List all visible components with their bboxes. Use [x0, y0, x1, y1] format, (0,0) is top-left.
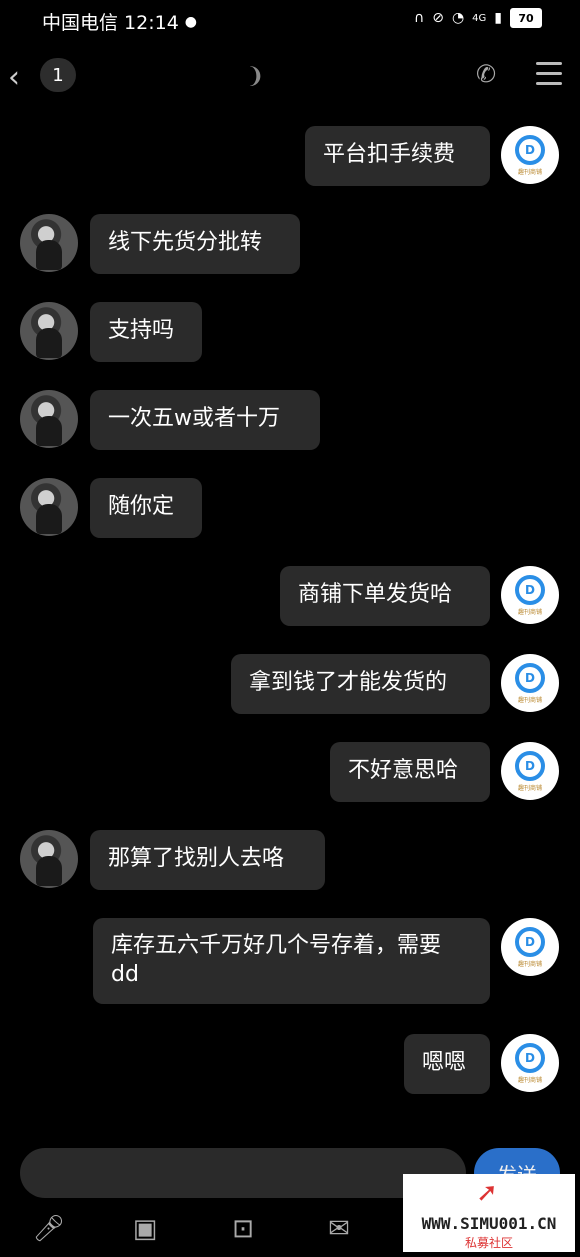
contact-avatar[interactable]: [20, 302, 78, 360]
shop-logo-icon: D: [515, 1042, 545, 1073]
ear-icon: ❩: [246, 64, 265, 89]
outgoing-message-bubble[interactable]: 平台扣手续费: [305, 126, 490, 186]
microphone-icon[interactable]: 🎤︎: [32, 1212, 66, 1246]
incoming-message-bubble[interactable]: 线下先货分批转: [90, 214, 300, 274]
headphone-icon: ∩: [413, 10, 425, 26]
status-indicators: ∩ ⊘ ◔ 4G ▮ 70: [414, 8, 542, 28]
message-input[interactable]: [20, 1148, 466, 1198]
wifi-icon: ◔: [451, 10, 465, 26]
outgoing-message-bubble[interactable]: 嗯嗯: [404, 1034, 490, 1094]
watermark-sub: 私募社区: [464, 1236, 513, 1250]
shop-logo-icon: D: [515, 662, 545, 693]
shop-avatar[interactable]: D 趣刊商铺: [501, 566, 559, 624]
incoming-message-bubble[interactable]: 一次五w或者十万: [90, 390, 320, 450]
incoming-message-bubble[interactable]: 支持吗: [90, 302, 202, 362]
composer-toolbar: 🎤︎ ▣ ⊡ ✉: [0, 1208, 400, 1248]
watermark: ➚ WWW.SIMU001.CN 私募社区: [403, 1174, 575, 1252]
incoming-message-bubble[interactable]: 那算了找别人去咯: [90, 830, 325, 890]
shop-avatar[interactable]: D 趣刊商铺: [501, 1034, 559, 1092]
image-icon[interactable]: ▣: [128, 1212, 162, 1246]
unread-count-badge[interactable]: 1: [40, 58, 76, 92]
contact-avatar[interactable]: [20, 830, 78, 888]
outgoing-message-bubble[interactable]: 库存五六千万好几个号存着，需要 dd: [93, 918, 490, 1004]
outgoing-message-bubble[interactable]: 商铺下单发货哈: [280, 566, 490, 626]
contact-avatar[interactable]: [20, 390, 78, 448]
contact-avatar[interactable]: [20, 214, 78, 272]
chat-header: ‹ 1 ❩ ✆: [0, 48, 580, 104]
watermark-url: WWW.SIMU001.CN: [421, 1214, 557, 1233]
camera-icon[interactable]: ⊡: [226, 1212, 260, 1246]
shop-avatar-text: 趣刊商铺: [517, 784, 542, 792]
shop-avatar-text: 趣刊商铺: [517, 608, 542, 616]
signal-icon: ▮: [494, 10, 502, 26]
outgoing-message-bubble[interactable]: 不好意思哈: [330, 742, 490, 802]
wechat-icon: ●: [184, 13, 198, 30]
phone-icon[interactable]: ✆: [476, 60, 496, 88]
shop-avatar[interactable]: D 趣刊商铺: [501, 126, 559, 184]
shop-avatar-text: 趣刊商铺: [517, 960, 542, 968]
shop-avatar[interactable]: D 趣刊商铺: [501, 654, 559, 712]
shop-logo-icon: D: [515, 750, 545, 781]
menu-icon[interactable]: [536, 62, 562, 92]
chevron-left-icon[interactable]: ‹: [8, 60, 20, 95]
shop-avatar[interactable]: D 趣刊商铺: [501, 742, 559, 800]
carrier-time-text: 中国电信 12:14: [42, 12, 179, 34]
contact-avatar[interactable]: [20, 478, 78, 536]
shop-logo-icon: D: [515, 134, 545, 165]
status-carrier-time: 中国电信 12:14 ●: [42, 8, 197, 35]
shop-avatar-text: 趣刊商铺: [517, 168, 542, 176]
shop-logo-icon: D: [515, 926, 545, 957]
shop-avatar-text: 趣刊商铺: [517, 1076, 542, 1084]
network-label: 4G: [472, 12, 487, 24]
mute-icon: ⊘: [432, 10, 444, 26]
shop-logo-icon: D: [515, 574, 545, 605]
incoming-message-bubble[interactable]: 随你定: [90, 478, 202, 538]
battery-icon: 70: [510, 8, 542, 28]
watermark-logo-icon: ➚: [476, 1178, 498, 1208]
shop-avatar-text: 趣刊商铺: [517, 696, 542, 704]
outgoing-message-bubble[interactable]: 拿到钱了才能发货的: [231, 654, 490, 714]
status-bar: 中国电信 12:14 ● ∩ ⊘ ◔ 4G ▮ 70: [0, 0, 580, 40]
shop-avatar[interactable]: D 趣刊商铺: [501, 918, 559, 976]
red-packet-icon[interactable]: ✉: [322, 1212, 356, 1246]
